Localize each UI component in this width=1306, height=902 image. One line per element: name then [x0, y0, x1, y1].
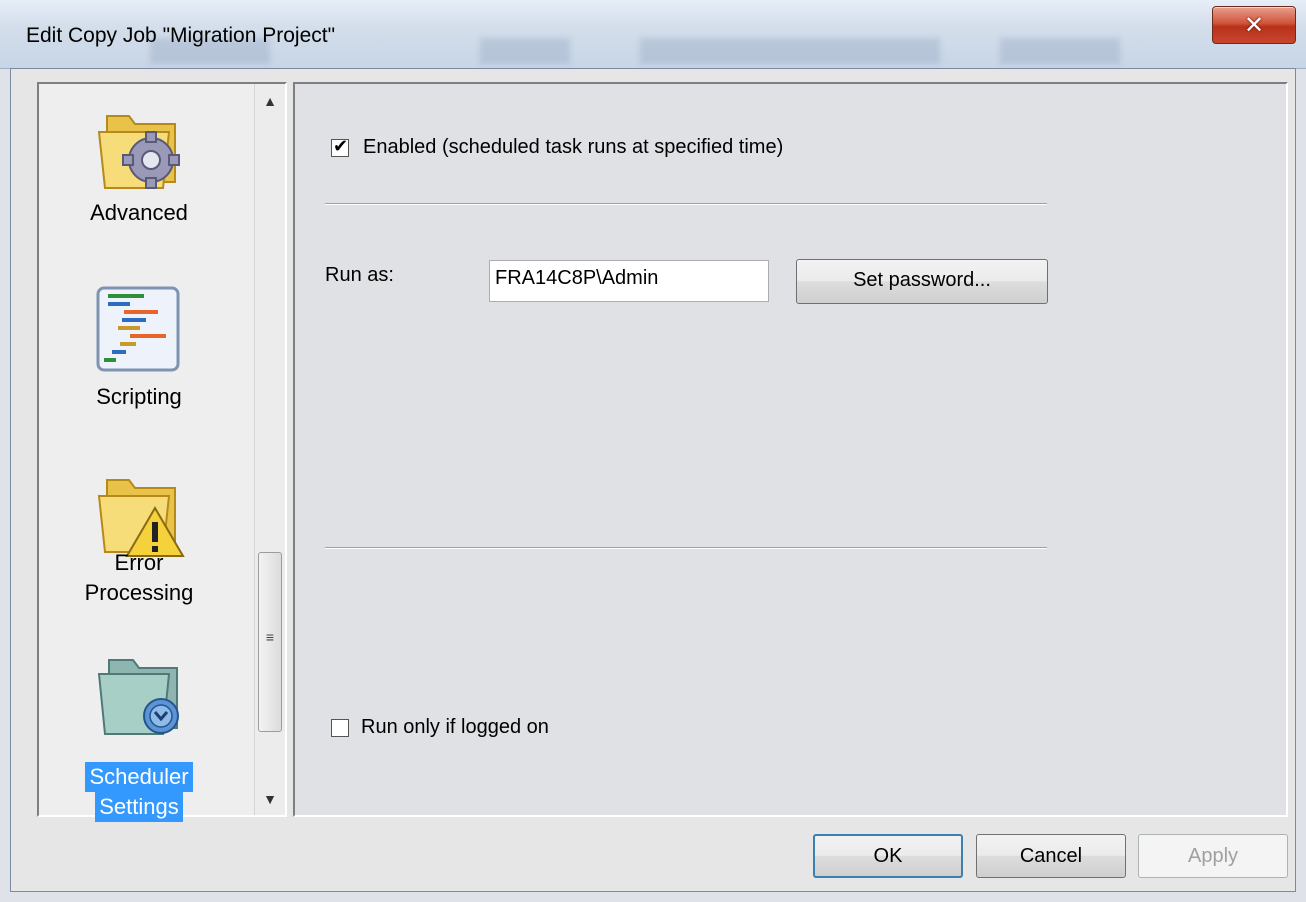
sidebar-item-label: Advanced — [90, 200, 188, 225]
title-bar[interactable]: Edit Copy Job "Migration Project" ✕ — [0, 0, 1306, 69]
enabled-label: Enabled (scheduled task runs at specifie… — [363, 136, 784, 158]
scroll-down-icon[interactable]: ▼ — [255, 784, 285, 814]
scrollbar-thumb[interactable]: ≡ — [258, 552, 282, 732]
run-only-logged-on-checkbox[interactable] — [331, 719, 349, 737]
sidebar-item-label-line2: Processing — [84, 580, 194, 605]
run-only-logged-on-label: Run only if logged on — [361, 716, 549, 738]
folder-scheduler-icon — [89, 650, 189, 750]
ok-button[interactable]: OK — [813, 834, 963, 878]
close-button[interactable]: ✕ — [1212, 6, 1296, 44]
script-icon — [94, 284, 184, 379]
separator-bottom — [325, 547, 1047, 549]
sidebar-item-label-line2: Settings — [95, 792, 183, 822]
checkmark-icon: ✔ — [333, 136, 349, 157]
sidebar-item-advanced[interactable]: Advanced — [39, 102, 239, 242]
sidebar-item-label-line1: Error — [114, 550, 164, 575]
run-as-label: Run as: — [325, 264, 394, 286]
close-icon: ✕ — [1243, 11, 1265, 39]
sidebar-item-label: Scripting — [96, 384, 182, 409]
category-sidebar: Advanced Scripting Error Processing Sche… — [37, 82, 287, 822]
sidebar-item-label-line1: Scheduler — [85, 762, 193, 792]
cancel-button[interactable]: Cancel — [976, 834, 1126, 878]
scheduler-settings-panel: ✔ Enabled (scheduled task runs at specif… — [293, 82, 1288, 817]
window-title: Edit Copy Job "Migration Project" — [26, 24, 336, 47]
separator-top — [325, 203, 1047, 205]
folder-gear-icon — [89, 102, 189, 202]
grip-icon: ≡ — [265, 629, 275, 645]
apply-button[interactable]: Apply — [1138, 834, 1288, 878]
enabled-checkbox[interactable]: ✔ — [331, 136, 349, 157]
scroll-up-icon[interactable]: ▲ — [255, 86, 285, 116]
dialog-client-area: Advanced Scripting Error Processing Sche… — [10, 68, 1296, 892]
sidebar-item-scripting[interactable]: Scripting — [39, 284, 239, 424]
set-password-button[interactable]: Set password... — [796, 259, 1048, 304]
sidebar-scrollbar[interactable]: ▲ ≡ ▼ — [254, 84, 285, 815]
sidebar-item-scheduler-settings[interactable]: Scheduler Settings — [39, 650, 239, 822]
run-as-field[interactable]: FRA14C8P\Admin — [489, 260, 769, 302]
dialog-window: Edit Copy Job "Migration Project" ✕ Adva… — [0, 0, 1306, 902]
sidebar-item-error-processing[interactable]: Error Processing — [39, 466, 239, 626]
